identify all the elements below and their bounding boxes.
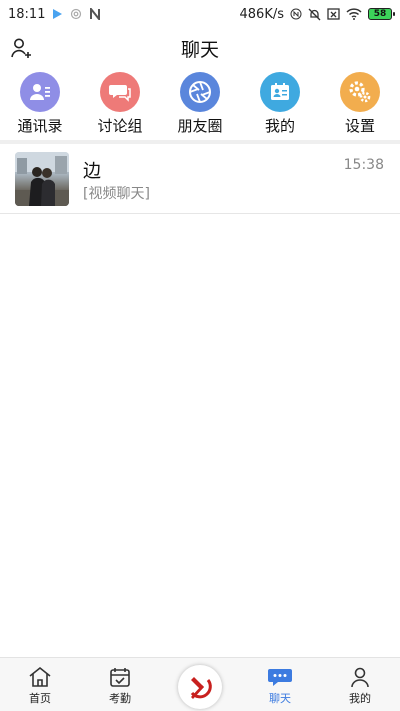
- quick-item-label: 我的: [264, 117, 295, 135]
- nav-label: 首页: [29, 692, 51, 705]
- profile-card-icon: [260, 72, 300, 112]
- chat-icon: [268, 669, 292, 686]
- nav-label: 我的: [349, 692, 371, 705]
- wifi-icon: [346, 8, 362, 20]
- quick-menu: 通讯录 讨论组 朋友圈 我的 设置: [0, 72, 400, 138]
- play-store-icon: [53, 9, 63, 19]
- quick-item-settings[interactable]: 设置: [320, 72, 400, 138]
- quick-item-contacts[interactable]: 通讯录: [0, 72, 80, 138]
- n-app-icon: [90, 8, 101, 20]
- nfc-icon: [290, 8, 302, 20]
- calendar-check-icon: [110, 668, 130, 687]
- user-icon: [351, 667, 369, 688]
- party-emblem-icon: [190, 676, 212, 699]
- quick-item-label: 设置: [344, 117, 375, 135]
- page-title: 聊天: [180, 38, 219, 61]
- discussion-icon: [100, 72, 140, 112]
- contacts-icon: [20, 72, 60, 112]
- no-sim-icon: [327, 8, 340, 20]
- settings-icon: [340, 72, 380, 112]
- status-time: 18:11: [8, 6, 46, 22]
- chat-preview: [视频聊天]: [83, 186, 150, 202]
- chat-list-item[interactable]: 边 [视频聊天] 15:38: [0, 144, 400, 214]
- nav-label: 聊天: [269, 692, 291, 705]
- bottom-nav: 首页 考勤 聊天 我的: [0, 657, 400, 711]
- quick-item-label: 讨论组: [97, 117, 143, 135]
- party-button[interactable]: [178, 664, 222, 709]
- quick-item-mine[interactable]: 我的: [240, 72, 320, 138]
- nav-item-mine[interactable]: 我的: [320, 658, 400, 711]
- quick-item-discussion[interactable]: 讨论组: [80, 72, 160, 138]
- at-icon: [71, 8, 82, 20]
- quick-item-moments[interactable]: 朋友圈: [160, 72, 240, 138]
- nav-item-party[interactable]: [160, 658, 240, 711]
- nav-item-home[interactable]: 首页: [0, 658, 80, 711]
- moments-icon: [180, 72, 220, 112]
- nav-label: 考勤: [109, 692, 131, 705]
- nav-item-chat[interactable]: 聊天: [240, 658, 320, 711]
- avatar: [15, 152, 69, 206]
- quick-item-label: 朋友圈: [177, 117, 223, 135]
- nav-item-attendance[interactable]: 考勤: [80, 658, 160, 711]
- quick-item-label: 通讯录: [17, 117, 63, 135]
- battery-icon: 58: [368, 8, 395, 20]
- chat-name: 边: [83, 161, 101, 182]
- mute-bell-icon: [308, 8, 321, 20]
- app-header: 聊天: [0, 28, 400, 68]
- status-bar: 18:11 486K/s 58: [0, 0, 400, 28]
- home-icon: [29, 666, 51, 687]
- network-speed: 486K/s: [239, 6, 285, 22]
- chat-time: 15:38: [343, 157, 384, 173]
- add-friend-icon[interactable]: [10, 37, 32, 59]
